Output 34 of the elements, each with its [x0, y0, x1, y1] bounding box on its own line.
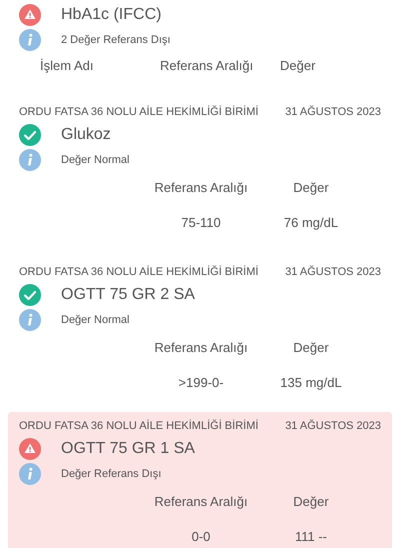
result-date: 31 AĞUSTOS 2023	[285, 106, 381, 118]
test-name: OGTT 75 GR 1 SA	[61, 440, 195, 458]
status-note: Değer Referans Dışı	[61, 468, 162, 480]
column-header: Değer	[293, 494, 329, 508]
result-date: 31 AĞUSTOS 2023	[285, 266, 381, 278]
column-header: Referans Aralığı	[154, 340, 248, 354]
test-name: OGTT 75 GR 2 SA	[61, 286, 195, 304]
result-date: 31 AĞUSTOS 2023	[285, 420, 381, 432]
result-value: 111 --	[294, 528, 328, 544]
info-icon	[19, 462, 41, 484]
column-header: Değer	[293, 180, 329, 194]
column-header: Referans Aralığı	[154, 494, 248, 508]
info-icon	[19, 28, 41, 50]
reference-range: 0-0	[192, 528, 210, 544]
result-value: 76 mg/dL	[284, 214, 338, 230]
clinic-name: ORDU FATSA 36 NOLU AİLE HEKİMLİĞİ BİRİMİ	[19, 266, 258, 278]
column-header: Referans Aralığı	[160, 58, 254, 72]
column-header: İşlem Adı	[40, 58, 94, 72]
reference-range: >199-0-	[178, 374, 224, 390]
reference-range: 75-110	[181, 214, 221, 230]
info-icon	[19, 148, 41, 170]
status-note: 2 Değer Referans Dışı	[61, 34, 170, 46]
result-value: 135 mg/dL	[280, 374, 342, 390]
result-card[interactable]: ORDU FATSA 36 NOLU AİLE HEKİMLİĞİ BİRİMİ 31 AĞUSTOS 2023 OGTT 75 GR 1 SA Değer Referans Dışı Referans Aralığı Değer 0-0 111 --	[8, 412, 392, 548]
column-header: Referans Aralığı	[154, 180, 248, 194]
info-icon	[19, 308, 41, 330]
column-header: Değer	[280, 58, 316, 72]
clinic-name: ORDU FATSA 36 NOLU AİLE HEKİMLİĞİ BİRİMİ	[19, 420, 258, 432]
status-note: Değer Normal	[61, 154, 130, 166]
column-header: Değer	[293, 340, 329, 354]
test-name: Glukoz	[61, 126, 111, 144]
clinic-name: ORDU FATSA 36 NOLU AİLE HEKİMLİĞİ BİRİMİ	[19, 106, 258, 118]
test-name: HbA1c (IFCC)	[61, 6, 162, 24]
status-note: Değer Normal	[61, 314, 130, 326]
